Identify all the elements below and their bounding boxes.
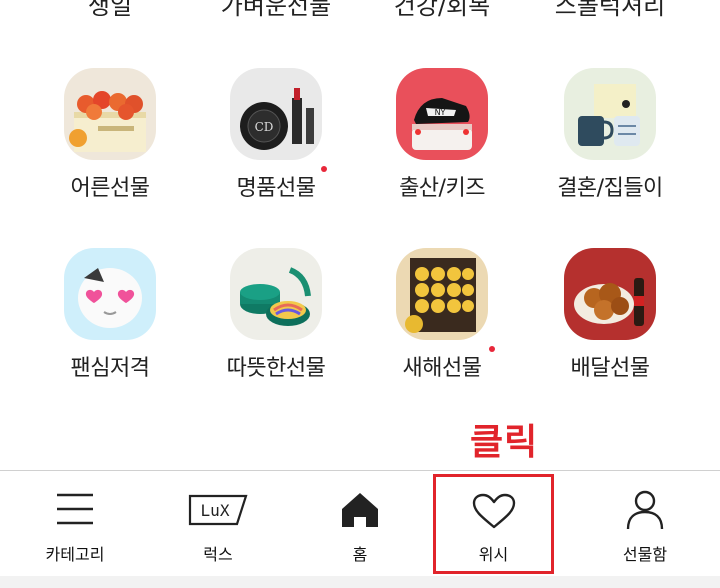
svg-text:CD: CD: [255, 120, 274, 134]
category-label: 새해선물: [402, 356, 482, 381]
category-label: 어른선물: [70, 176, 150, 201]
nav-label-home: 홈: [352, 545, 368, 564]
nav-label-gift-box: 선물함: [622, 545, 668, 564]
category-item-elders[interactable]: 어른선물: [20, 68, 200, 218]
category-label-birthday[interactable]: 생일: [20, 0, 200, 21]
svg-text:LuX: LuX: [201, 501, 230, 520]
menu-icon: [55, 491, 95, 531]
nav-item-home[interactable]: 홈: [288, 471, 432, 575]
category-item-kids[interactable]: NY 출산/키즈: [352, 68, 532, 218]
nav-item-lux[interactable]: LuX 럭스: [146, 471, 290, 575]
category-label: 결혼/집들이: [557, 176, 663, 201]
kids-sneaker-cake-thumbnail: NY: [396, 68, 488, 160]
category-item-new-year[interactable]: 새해선물: [352, 248, 532, 398]
fried-chicken-thumbnail: [564, 248, 656, 340]
character-plush-thumbnail: [64, 248, 156, 340]
category-item-delivery[interactable]: 배달선물: [520, 248, 700, 398]
click-highlight-box: [433, 474, 554, 574]
nav-label-lux: 럭스: [203, 545, 233, 564]
person-icon: [625, 489, 665, 535]
category-item-warm[interactable]: 따뜻한선물: [186, 248, 366, 398]
top-category-row: 생일 가벼운선물 건강/회복 스몰럭셔리: [0, 0, 720, 26]
category-label: 배달선물: [570, 356, 650, 381]
nav-label-category: 카테고리: [45, 545, 105, 564]
luxury-cosmetics-thumbnail: CD: [230, 68, 322, 160]
tea-gift-set-thumbnail: [230, 248, 322, 340]
nav-item-category[interactable]: 카테고리: [3, 471, 147, 575]
new-indicator-dot: [321, 166, 327, 172]
category-label: 따뜻한선물: [226, 356, 326, 381]
category-label-small-luxury[interactable]: 스몰럭셔리: [520, 0, 700, 21]
new-year-gift-box-thumbnail: [396, 248, 488, 340]
category-label: 팬심저격: [70, 356, 150, 381]
fruit-gift-box-thumbnail: [64, 68, 156, 160]
nav-item-gift-box[interactable]: 선물함: [573, 471, 717, 575]
bottom-navigation-bar: 카테고리 LuX 럭스 홈 위시 선물함: [0, 470, 720, 575]
category-item-luxury[interactable]: CD 명품선물: [186, 68, 366, 218]
category-label: 출산/키즈: [399, 176, 485, 201]
bottom-edge-strip: [0, 576, 720, 588]
click-annotation-label: 클릭: [470, 422, 539, 463]
home-icon: [340, 491, 380, 533]
category-label-light-gift[interactable]: 가벼운선물: [186, 0, 366, 21]
svg-text:NY: NY: [435, 108, 446, 117]
mug-set-thumbnail: [564, 68, 656, 160]
category-label-health[interactable]: 건강/회복: [352, 0, 532, 21]
lux-icon: LuX: [187, 493, 249, 531]
category-item-fan[interactable]: 팬심저격: [20, 248, 200, 398]
new-indicator-dot: [489, 346, 495, 352]
category-item-wedding[interactable]: 결혼/집들이: [520, 68, 700, 218]
category-label: 명품선물: [236, 176, 316, 201]
